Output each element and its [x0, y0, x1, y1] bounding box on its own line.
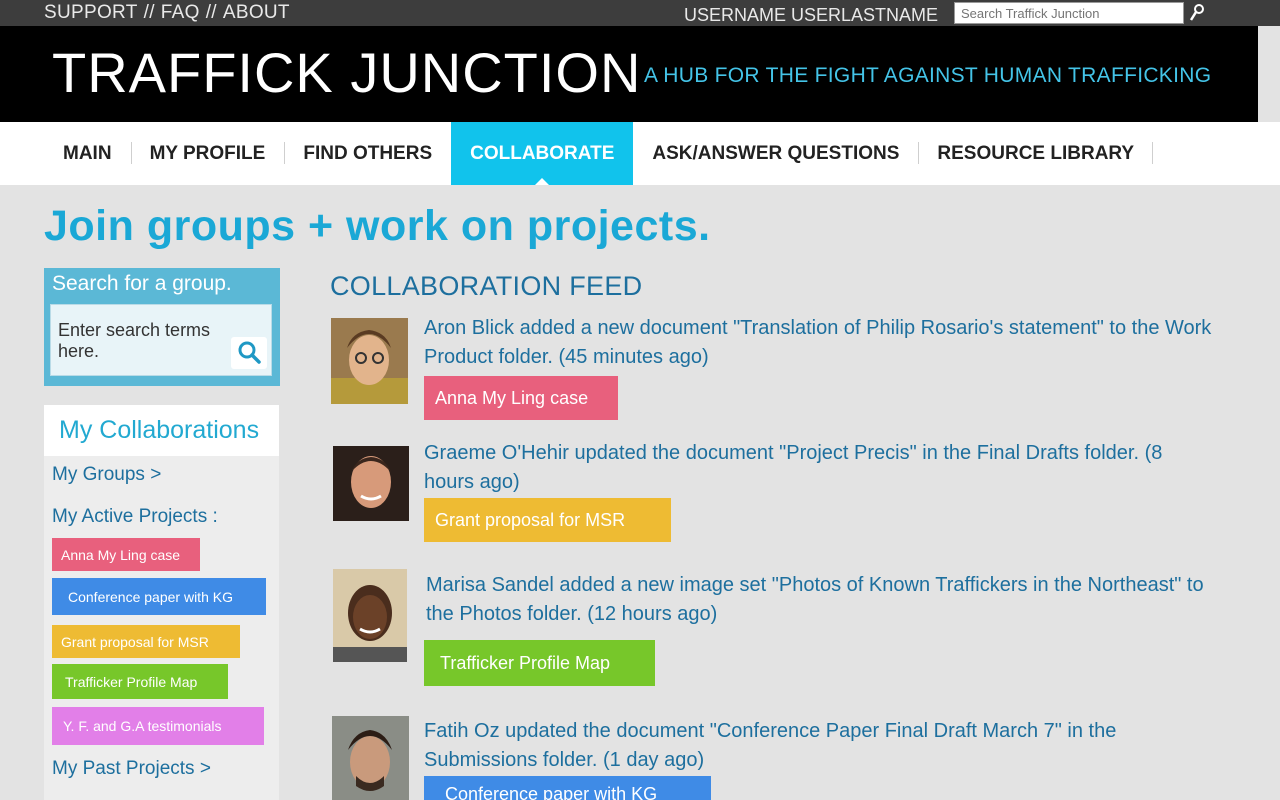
feed-item-text: Marisa Sandel added a new image set "Pho… [426, 574, 1204, 625]
nav-main[interactable]: MAIN [44, 122, 131, 185]
project-pill-anna-my-ling[interactable]: Anna My Ling case [52, 538, 200, 571]
my-active-projects-label: My Active Projects : [52, 506, 218, 527]
link-separator: // [143, 2, 155, 23]
brand-header: TRAFFICK JUNCTION A HUB FOR THE FIGHT AG… [0, 26, 1258, 122]
search-icon[interactable] [1188, 2, 1208, 24]
avatar[interactable] [332, 716, 409, 800]
feed-item-project-tag[interactable]: Grant proposal for MSR [424, 498, 671, 542]
avatar[interactable] [333, 446, 409, 521]
feed-item-project-tag[interactable]: Trafficker Profile Map [424, 640, 655, 686]
nav-find-others[interactable]: FIND OTHERS [284, 122, 451, 185]
utility-links: SUPPORT//FAQ//ABOUT [44, 2, 290, 24]
site-search-input[interactable] [954, 2, 1184, 24]
group-search-box: Search for a group. Enter search terms h… [44, 268, 280, 386]
magnifier-icon[interactable] [231, 337, 267, 369]
nav-resource-library[interactable]: RESOURCE LIBRARY [918, 122, 1153, 185]
top-utility-bar: SUPPORT//FAQ//ABOUT USERNAME USERLASTNAM… [0, 0, 1280, 26]
feed-item-project-tag[interactable]: Conference paper with KG [424, 776, 711, 800]
username-label[interactable]: USERNAME USERLASTNAME [684, 5, 938, 26]
support-link[interactable]: SUPPORT [44, 2, 138, 24]
site-logo[interactable]: TRAFFICK JUNCTION [52, 40, 641, 105]
nav-divider [1152, 142, 1153, 164]
feed-item-text: Fatih Oz updated the document "Conferenc… [424, 720, 1117, 771]
site-tagline: A HUB FOR THE FIGHT AGAINST HUMAN TRAFFI… [644, 64, 1212, 87]
project-pill-grant-proposal[interactable]: Grant proposal for MSR [52, 625, 240, 658]
feed-item-text: Aron Blick added a new document "Transla… [424, 317, 1212, 368]
nav-my-profile[interactable]: MY PROFILE [130, 122, 285, 185]
group-search-input[interactable]: Enter search terms here. [50, 304, 272, 376]
my-past-projects-link[interactable]: My Past Projects > [52, 758, 211, 780]
collaborations-title: My Collaborations [59, 416, 260, 444]
group-search-placeholder: Enter search terms here. [58, 320, 211, 361]
project-pill-trafficker-map[interactable]: Trafficker Profile Map [52, 664, 228, 699]
nav-collaborate[interactable]: COLLABORATE [451, 122, 634, 185]
avatar[interactable] [331, 318, 408, 404]
feed-item-project-tag[interactable]: Anna My Ling case [424, 376, 618, 420]
my-groups-link[interactable]: My Groups > [52, 464, 161, 486]
feed-item-text: Graeme O'Hehir updated the document "Pro… [424, 442, 1163, 493]
page-title: Join groups + work on projects. [44, 202, 711, 250]
group-search-title: Search for a group. [52, 272, 232, 295]
link-separator: // [205, 2, 217, 23]
project-pill-conference-paper[interactable]: Conference paper with KG [52, 578, 266, 615]
nav-ask-answer-questions[interactable]: ASK/ANSWER QUESTIONS [633, 122, 918, 185]
about-link[interactable]: ABOUT [223, 2, 290, 24]
faq-link[interactable]: FAQ [161, 2, 200, 24]
main-nav: MAIN MY PROFILE FIND OTHERS COLLABORATE … [0, 122, 1280, 185]
project-pill-testimonials[interactable]: Y. F. and G.A testimonials [52, 707, 264, 745]
avatar[interactable] [333, 569, 407, 662]
feed-title: COLLABORATION FEED [330, 271, 643, 301]
collaborations-header: My Collaborations [44, 405, 279, 456]
my-collaborations-panel: My Collaborations My Groups > My Active … [44, 405, 279, 800]
